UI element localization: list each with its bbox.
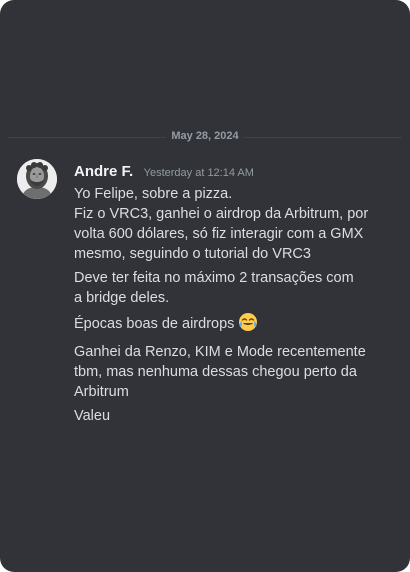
chat-panel: May 28, 2024 Andre F. Yesterday at 12:14… [0, 0, 410, 572]
avatar[interactable] [17, 159, 57, 199]
tears-of-joy-emoji-icon[interactable] [238, 312, 258, 338]
message-header: Andre F. Yesterday at 12:14 AM [74, 163, 254, 181]
message-text: Ganhei da Renzo, KIM e Mode recentemente… [74, 344, 366, 400]
message-text: Valeu [74, 408, 111, 424]
date-divider: May 28, 2024 [166, 130, 244, 142]
message-text: Épocas boas de airdrops [74, 316, 235, 332]
message-with-emoji: Épocas boas de airdrops [74, 312, 404, 338]
message-text: Fiz o VRC3, ganhei o airdrop da Arbitrum… [74, 206, 369, 262]
message-text: Yo Felipe, sobre a pizza. [74, 186, 233, 202]
message-text: Deve ter feita no máximo 2 transações co… [74, 270, 354, 306]
message-group: Yo Felipe, sobre a pizza. Fiz o VRC3, ga… [74, 184, 404, 430]
username[interactable]: Andre F. [74, 163, 133, 180]
marble-bust-avatar-icon [17, 159, 57, 199]
message-timestamp[interactable]: Yesterday at 12:14 AM [144, 167, 254, 179]
